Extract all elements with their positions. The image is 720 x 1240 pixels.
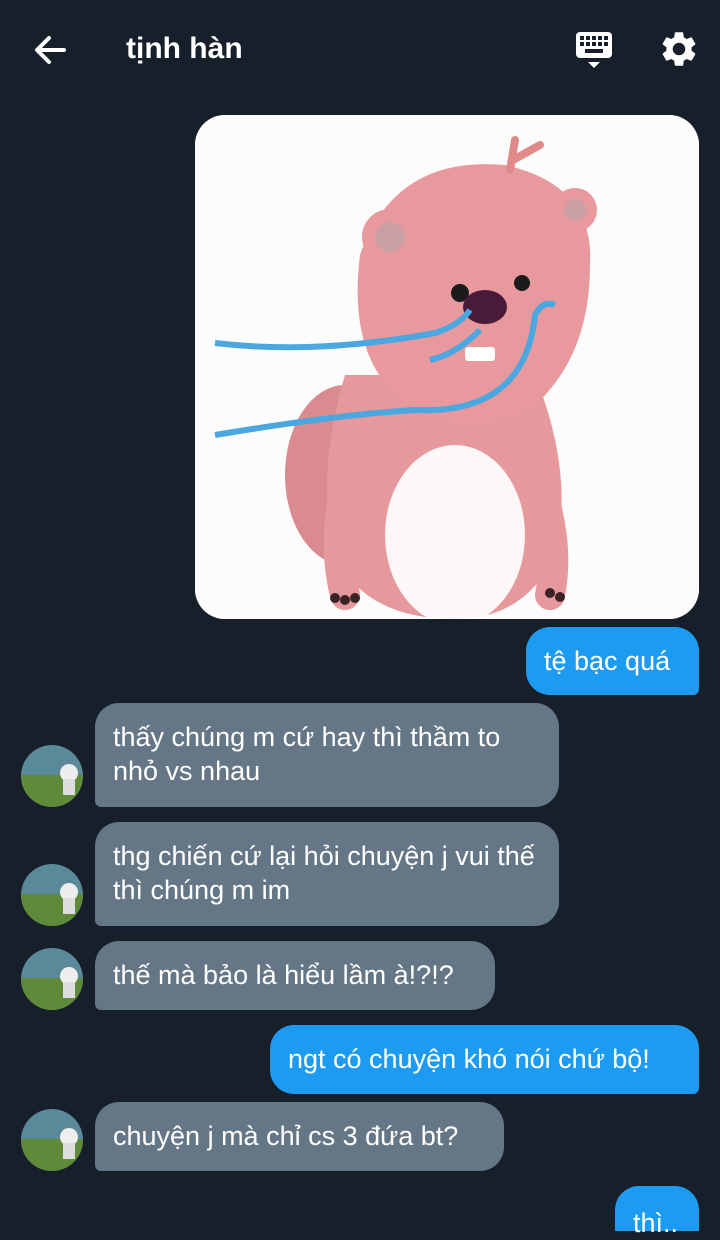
avatar[interactable]	[21, 864, 83, 926]
beaver-sticker-image	[195, 115, 699, 619]
avatar[interactable]	[21, 745, 83, 807]
image-message[interactable]	[195, 115, 699, 619]
conversation-header: tịnh hàn	[0, 0, 720, 100]
avatar-image	[21, 948, 83, 1010]
avatar[interactable]	[21, 1109, 83, 1171]
incoming-message[interactable]: chuyện j mà chỉ cs 3 đứa bt?	[95, 1102, 504, 1171]
outgoing-message[interactable]: thì..	[615, 1186, 699, 1238]
incoming-message[interactable]: thế mà bảo là hiểu lầm à!?!?	[95, 941, 495, 1010]
avatar-image	[21, 864, 83, 926]
back-arrow-icon[interactable]	[30, 30, 70, 70]
incoming-message[interactable]: thấy chúng m cứ hay thì thầm to nhỏ vs n…	[95, 703, 559, 807]
avatar-image	[21, 745, 83, 807]
avatar-image	[21, 1109, 83, 1171]
keyboard-icon[interactable]	[574, 30, 614, 70]
conversation-title[interactable]: tịnh hàn	[126, 30, 243, 68]
outgoing-message[interactable]: tệ bạc quá	[526, 627, 699, 695]
avatar[interactable]	[21, 948, 83, 1010]
incoming-message[interactable]: thg chiến cứ lại hỏi chuyện j vui thế th…	[95, 822, 559, 926]
outgoing-message[interactable]: ngt có chuyện khó nói chứ bộ!	[270, 1025, 699, 1094]
gear-icon[interactable]	[658, 28, 700, 70]
